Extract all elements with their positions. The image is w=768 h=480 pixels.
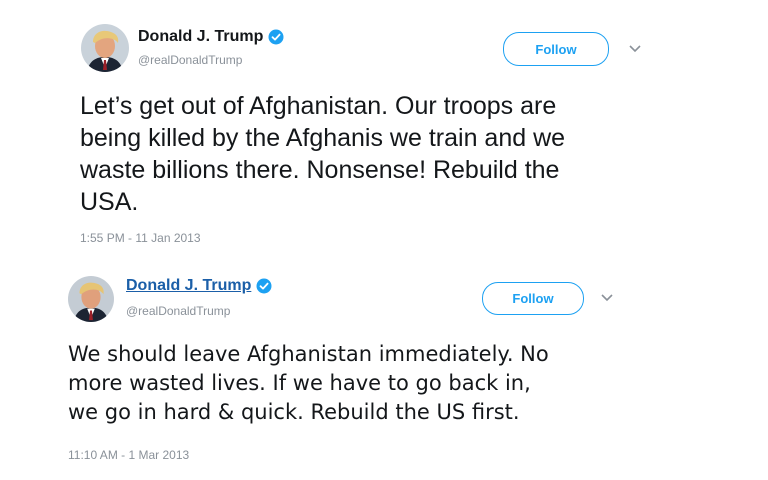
author-name-row: Donald J. Trump	[138, 28, 284, 46]
avatar[interactable]	[81, 24, 129, 72]
tweet-timestamp[interactable]: 11:10 AM - 1 Mar 2013	[68, 448, 189, 462]
display-name[interactable]: Donald J. Trump	[138, 28, 263, 46]
user-handle[interactable]: @realDonaldTrump	[138, 53, 242, 67]
chevron-down-icon[interactable]	[628, 44, 642, 54]
avatar[interactable]	[68, 276, 114, 322]
follow-button[interactable]: Follow	[482, 282, 584, 315]
tweet-timestamp[interactable]: 1:55 PM - 11 Jan 2013	[80, 231, 201, 245]
tweet-card: Donald J. Trump @realDonaldTrump Follow …	[0, 0, 768, 262]
display-name[interactable]: Donald J. Trump	[126, 277, 251, 295]
verified-badge-icon	[256, 278, 272, 294]
user-handle[interactable]: @realDonaldTrump	[126, 304, 230, 318]
chevron-down-icon[interactable]	[600, 293, 614, 303]
verified-badge-icon	[268, 29, 284, 45]
tweet-text: We should leave Afghanistan immediately.…	[68, 342, 549, 424]
follow-button[interactable]: Follow	[503, 32, 609, 66]
author-name-row: Donald J. Trump	[126, 277, 272, 295]
tweet-card: Donald J. Trump @realDonaldTrump Follow …	[0, 262, 768, 480]
tweet-text: Let’s get out of Afghanistan. Our troops…	[80, 92, 566, 216]
